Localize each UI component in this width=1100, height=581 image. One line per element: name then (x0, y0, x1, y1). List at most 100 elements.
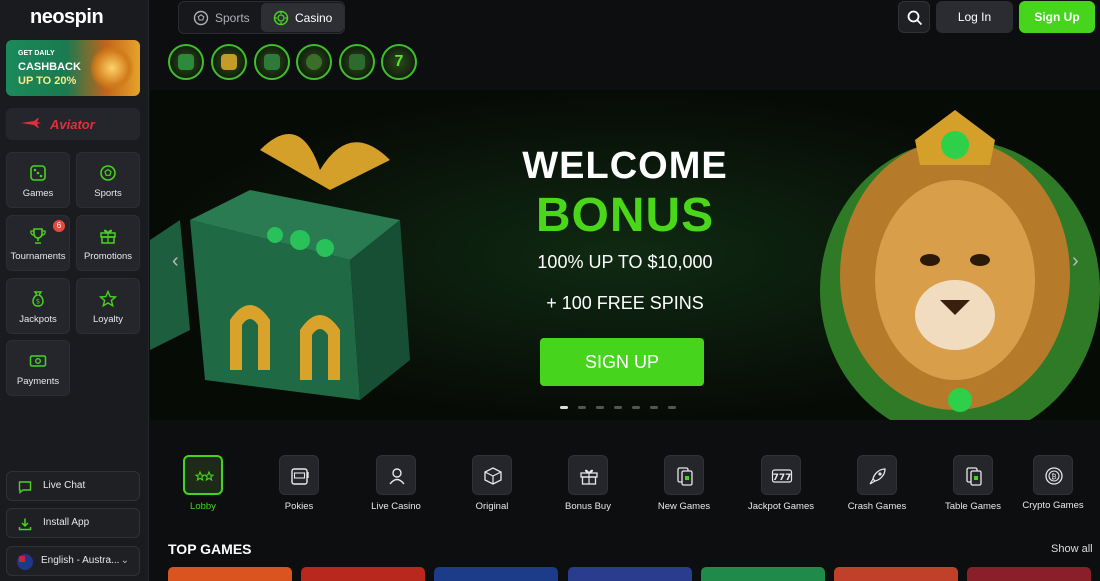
category-label: Bonus Buy (565, 501, 611, 512)
promo-line-1: GET DAILY (18, 50, 55, 57)
carousel-dot[interactable] (614, 406, 622, 409)
carousel-dot[interactable] (632, 406, 640, 409)
category-icon-box (183, 455, 223, 495)
hero-offer-line-1: 100% UP TO $10,000 (537, 252, 713, 272)
quick-link-seven[interactable]: 7 (381, 44, 417, 80)
game-thumbnail[interactable] (434, 567, 558, 581)
seven-icon: 7 (394, 53, 404, 70)
sidebar-item-label: Tournaments (10, 251, 66, 262)
carousel-dot[interactable] (560, 406, 568, 409)
quick-link-crown[interactable] (211, 44, 247, 80)
sport-casino-switch: Sports Casino (178, 1, 345, 34)
promo-line-2: CASHBACK (18, 61, 81, 73)
plane-icon (21, 118, 41, 128)
svg-text:777: 777 (773, 473, 792, 483)
australia-flag-icon (17, 554, 33, 570)
carousel-dot[interactable] (650, 406, 658, 409)
quick-link-gift[interactable] (254, 44, 290, 80)
category-icon-box (953, 455, 993, 495)
money-bag-icon: $ (32, 291, 44, 307)
sidebar: neospin GET DAILY CASHBACK UP TO 20% Avi… (0, 0, 149, 581)
sidebar-item-games[interactable]: Games (6, 152, 70, 208)
top-games-title: TOP GAMES (168, 541, 252, 557)
game-thumbnail[interactable] (834, 567, 958, 581)
sidebar-item-jackpots[interactable]: $ Jackpots (6, 278, 70, 334)
top-games-row (168, 567, 1100, 581)
tab-label: Casino (295, 11, 333, 25)
category-label: Live Casino (371, 501, 421, 512)
logo[interactable]: neospin (30, 6, 104, 29)
sidebar-item-label: Jackpots (19, 314, 57, 325)
signup-button[interactable]: Sign Up (1019, 1, 1095, 33)
install-app-button[interactable]: Install App (6, 508, 140, 538)
game-thumbnail[interactable] (301, 567, 425, 581)
tab-label: Sports (215, 11, 250, 25)
cashback-promo-banner[interactable]: GET DAILY CASHBACK UP TO 20% (6, 40, 140, 96)
dealer-icon (389, 468, 405, 485)
sidebar-item-sports[interactable]: Sports (76, 152, 140, 208)
carousel-dot[interactable] (668, 406, 676, 409)
category-icon-box (568, 455, 608, 495)
category-icon-box: 777 (761, 455, 801, 495)
carousel-prev-arrow-icon[interactable]: ‹ (172, 250, 190, 276)
coin-icon (306, 54, 322, 70)
game-thumbnail[interactable] (701, 567, 825, 581)
live-chat-label: Live Chat (43, 480, 86, 491)
show-all-link[interactable]: Show all (1051, 543, 1093, 555)
hero-headline-1: WELCOME (522, 145, 728, 187)
search-button[interactable] (898, 1, 930, 33)
language-label: English - Austra... (41, 555, 120, 566)
sidebar-item-payments[interactable]: Payments (6, 340, 70, 396)
stars-icon (194, 470, 215, 482)
category-label: Crypto Games (1022, 500, 1084, 511)
svg-text:₿: ₿ (1051, 473, 1056, 481)
svg-text:$: $ (36, 298, 40, 306)
carousel-dot[interactable] (578, 406, 586, 409)
aviator-banner[interactable]: Aviator (6, 108, 140, 140)
quick-link-trophy[interactable] (168, 44, 204, 80)
carousel-dot[interactable] (596, 406, 604, 409)
category-icon-box: ₿ (1033, 455, 1073, 495)
gift-box-icon (580, 469, 598, 485)
sidebar-item-label: Payments (16, 376, 60, 387)
gift-icon (264, 54, 280, 70)
quick-links-row: 7 (168, 44, 420, 82)
tab-casino[interactable]: Casino (261, 3, 344, 32)
trophy-icon (178, 54, 194, 70)
category-icon-box (664, 455, 704, 495)
chevron-down-icon: ⌄ (120, 555, 129, 566)
category-label: Table Games (945, 501, 1001, 512)
casino-chip-icon (273, 10, 289, 26)
category-label: New Games (657, 501, 711, 512)
sidebar-item-promotions[interactable]: Promotions (76, 215, 140, 271)
dice-cube-icon (484, 467, 502, 485)
carousel-next-arrow-icon[interactable]: › (1072, 250, 1090, 276)
hero-signup-button[interactable]: SIGN UP (540, 338, 704, 386)
cards-icon (966, 467, 982, 486)
sidebar-item-tournaments[interactable]: 6 Tournaments (6, 215, 70, 271)
game-thumbnail[interactable] (568, 567, 692, 581)
tab-sports[interactable]: Sports (181, 3, 259, 32)
login-button[interactable]: Log In (936, 1, 1013, 33)
sidebar-item-loyalty[interactable]: Loyalty (76, 278, 140, 334)
live-chat-button[interactable]: Live Chat (6, 471, 140, 501)
gift-icon (100, 229, 116, 244)
category-label: Original (475, 501, 509, 512)
hero-banner[interactable]: WELCOME BONUS 100% UP TO $10,000 + 100 F… (150, 90, 1100, 420)
slot-machine-icon (291, 468, 309, 485)
notification-badge: 6 (53, 220, 65, 232)
quick-link-coin[interactable] (296, 44, 332, 80)
game-thumbnail[interactable] (967, 567, 1091, 581)
hero-headline-2: BONUS (535, 189, 715, 242)
crown-icon (221, 54, 237, 70)
promo-line-3: UP TO 20% (18, 75, 77, 87)
crypto-coin-icon: ₿ (1045, 467, 1063, 485)
language-selector[interactable]: English - Austra... ⌄ (6, 546, 140, 576)
category-icon-box (857, 455, 897, 495)
game-thumbnail[interactable] (168, 567, 292, 581)
category-label: Crash Games (847, 501, 907, 512)
category-icon-box (376, 455, 416, 495)
quick-link-chest[interactable] (339, 44, 375, 80)
hero-offer-line-2: + 100 FREE SPINS (546, 293, 704, 313)
promo-art (90, 46, 134, 90)
